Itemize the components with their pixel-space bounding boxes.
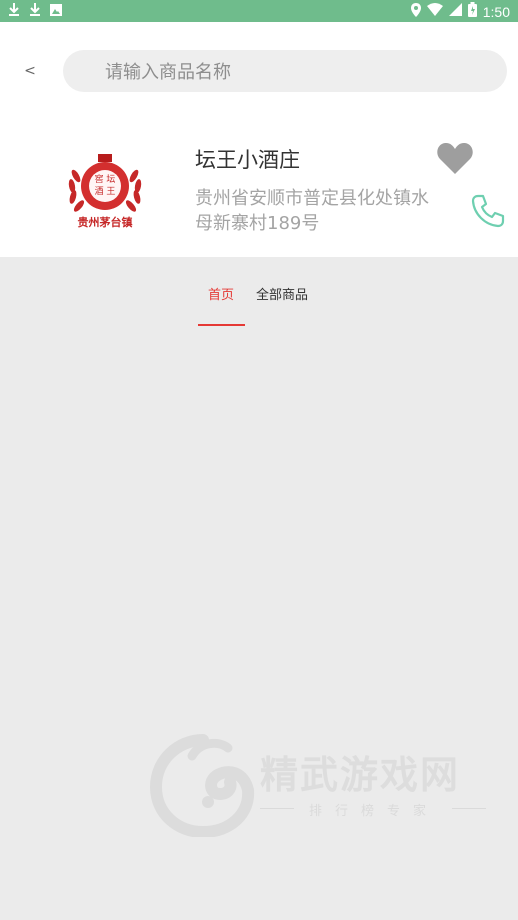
search-input[interactable] xyxy=(103,50,487,94)
download-icon xyxy=(8,3,20,20)
tab-bar: 首页 全部商品 xyxy=(0,257,518,327)
active-tab-indicator xyxy=(198,324,245,326)
shop-logo: 窖 坛 酒 王 贵州茅台镇 xyxy=(60,148,150,238)
search-bar[interactable] xyxy=(63,50,507,94)
watermark-logo-icon xyxy=(149,734,255,839)
clock: 1:50 xyxy=(482,3,510,20)
wifi-icon xyxy=(426,3,443,20)
tab-all-products[interactable]: 全部商品 xyxy=(256,284,308,303)
watermark-title: 精武游戏网 xyxy=(260,753,461,797)
signal-icon xyxy=(448,3,462,20)
status-bar: 1:50 xyxy=(0,0,518,22)
favorite-heart-icon[interactable] xyxy=(436,141,474,175)
location-icon xyxy=(410,2,421,21)
shop-address: 贵州省安顺市普定县化处镇水母新寨村189号 xyxy=(195,188,429,234)
shop-name: 坛王小酒庄 xyxy=(195,148,300,172)
svg-text:窖 坛: 窖 坛 xyxy=(95,173,116,185)
back-button[interactable]: < xyxy=(18,58,42,84)
image-icon xyxy=(50,3,62,20)
svg-text:贵州茅台镇: 贵州茅台镇 xyxy=(78,215,133,229)
watermark: 精武游戏网 排行榜专家 xyxy=(148,732,493,839)
download-icon xyxy=(29,3,41,20)
battery-icon xyxy=(467,2,477,21)
phone-call-icon[interactable] xyxy=(470,193,506,229)
watermark-subtitle: 排行榜专家 xyxy=(308,804,439,819)
tab-home[interactable]: 首页 xyxy=(208,284,234,303)
svg-text:酒 王: 酒 王 xyxy=(95,186,116,197)
